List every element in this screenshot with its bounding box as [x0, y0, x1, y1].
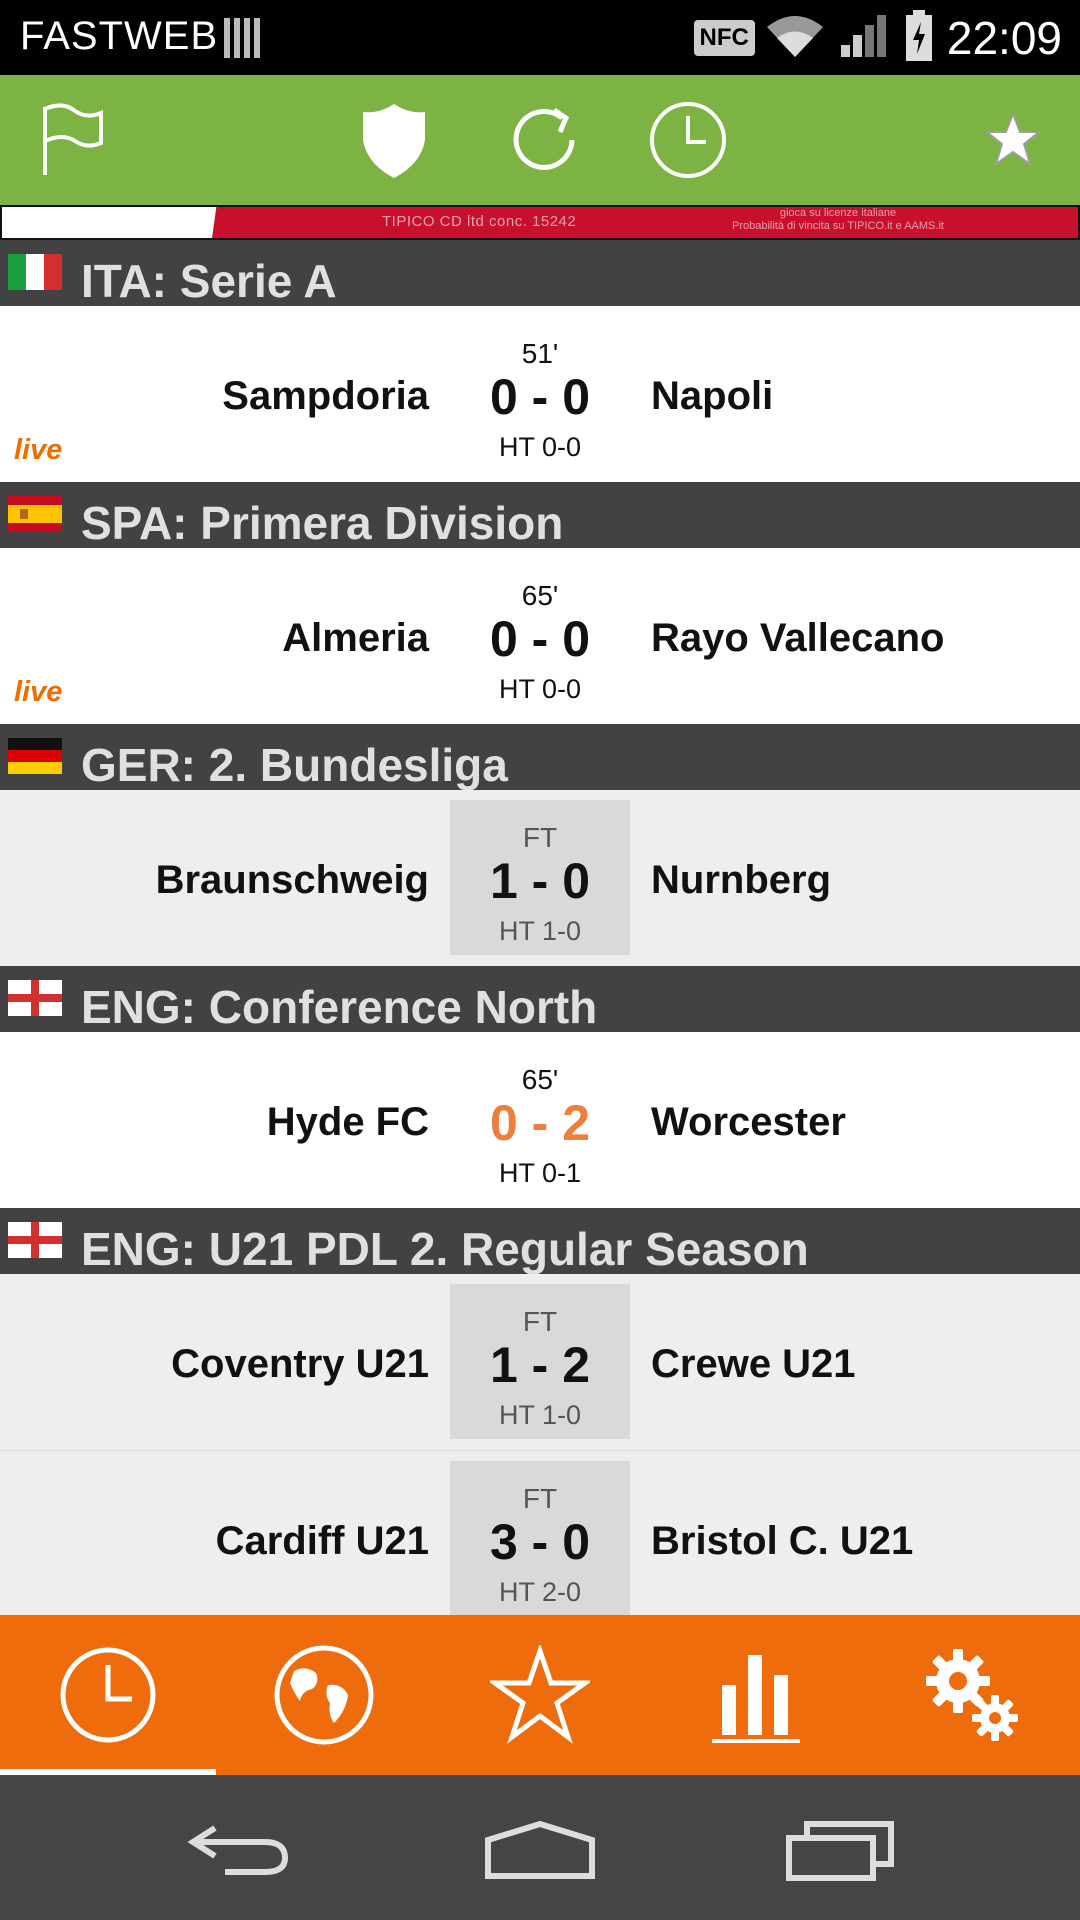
halftime-score: HT 1-0: [498, 1400, 582, 1430]
favorites-star-icon: [490, 1645, 590, 1744]
england-flag-icon: [8, 980, 62, 1016]
match-minute: 51': [521, 338, 559, 369]
match-score: 1 - 2: [489, 1337, 591, 1393]
globe-icon: [274, 1645, 374, 1745]
status-bar: FASTWEB NFC 22:09: [0, 0, 1080, 75]
away-team: Bristol C. U21: [651, 1519, 914, 1563]
match-score: 0 - 0: [489, 369, 591, 425]
halftime-score: HT 2-0: [498, 1577, 582, 1607]
home-icon[interactable]: [480, 1810, 600, 1890]
away-team: Nurnberg: [651, 858, 831, 902]
league-name: GER: 2. Bundesliga: [81, 739, 508, 790]
live-badge: live: [14, 434, 63, 466]
score-box: 51' 0 - 0 HT 0-0: [450, 316, 630, 471]
match-score: 3 - 0: [489, 1514, 591, 1570]
halftime-score: HT 1-0: [498, 916, 582, 946]
home-team: Cardiff U21: [215, 1519, 429, 1563]
tab-settings[interactable]: [864, 1615, 1080, 1775]
match-score: 0 - 2: [489, 1095, 591, 1151]
match-minute: 65': [521, 1064, 559, 1095]
home-team: Almeria: [282, 616, 429, 660]
flag-icon[interactable]: [25, 95, 115, 185]
top-toolbar: [0, 75, 1080, 205]
match-row[interactable]: Cardiff U21 FT 3 - 0 HT 2-0 Bristol C. U21: [0, 1450, 1080, 1626]
match-row[interactable]: Braunschweig FT 1 - 0 HT 1-0 Nurnberg: [0, 790, 1080, 966]
match-list: ITA: Serie A Sampdoria 51' 0 - 0 HT 0-0 Napol…: [0, 240, 1080, 1626]
score-box: FT 1 - 0 HT 1-0: [450, 800, 630, 955]
score-box: 65' 0 - 2 HT 0-1: [450, 1042, 630, 1197]
match-minute: FT: [522, 1483, 558, 1514]
home-team: Sampdoria: [222, 374, 429, 418]
carrier-name: FASTWEB: [20, 14, 219, 58]
tab-live[interactable]: [0, 1615, 216, 1775]
germany-flag-icon: [8, 738, 62, 774]
clock-time: 22:09: [946, 12, 1062, 64]
home-team: Coventry U21: [171, 1342, 429, 1386]
league-header[interactable]: ENG: U21 PDL 2. Regular Season: [0, 1208, 1080, 1274]
home-team: Hyde FC: [266, 1100, 429, 1144]
back-icon[interactable]: [180, 1810, 300, 1890]
ad-disclaimer: gioca su licenze italiane Probabilità di…: [732, 207, 944, 232]
wifi-icon: [763, 11, 827, 66]
ad-banner[interactable]: TIPICO CD ltd conc. 15242 gioca su licen…: [0, 205, 1080, 240]
tab-favorites[interactable]: [432, 1615, 648, 1775]
nfc-icon: NFC: [693, 20, 755, 56]
away-team: Rayo Vallecano: [651, 616, 945, 660]
score-box: 65' 0 - 0 HT 0-0: [450, 558, 630, 713]
match-minute: FT: [522, 1306, 558, 1337]
ad-text: TIPICO CD ltd conc. 15242: [382, 213, 577, 230]
match-row[interactable]: Almeria 65' 0 - 0 HT 0-0 Rayo Vallecano live: [0, 548, 1080, 724]
halftime-score: HT 0-0: [498, 432, 582, 462]
star-icon[interactable]: [968, 95, 1058, 185]
away-team: Napoli: [651, 374, 774, 418]
match-minute: 65': [521, 580, 559, 611]
league-header[interactable]: ITA: Serie A: [0, 240, 1080, 306]
score-box: FT 1 - 2 HT 1-0: [450, 1284, 630, 1439]
match-row[interactable]: Coventry U21 FT 1 - 2 HT 1-0 Crewe U21: [0, 1274, 1080, 1450]
recents-icon[interactable]: [780, 1810, 900, 1890]
italy-flag-icon: [8, 254, 62, 290]
live-badge: live: [14, 676, 63, 708]
league-header[interactable]: SPA: Primera Division: [0, 482, 1080, 548]
bottom-tab-bar: [0, 1615, 1080, 1775]
live-clock-icon: [60, 1647, 156, 1743]
league-name: ITA: Serie A: [81, 255, 337, 306]
clock-icon[interactable]: [643, 95, 733, 185]
match-row[interactable]: Hyde FC 65' 0 - 2 HT 0-1 Worcester: [0, 1032, 1080, 1208]
league-name: ENG: Conference North: [81, 981, 598, 1032]
battery-icon: [905, 9, 933, 67]
england-flag-icon: [8, 1222, 62, 1258]
settings-gears-icon: [926, 1649, 1018, 1741]
home-team: Braunschweig: [155, 858, 429, 902]
match-minute: FT: [522, 822, 558, 853]
away-team: Crewe U21: [651, 1342, 856, 1386]
system-nav-bar: [0, 1775, 1080, 1920]
tab-competitions[interactable]: [216, 1615, 432, 1775]
tab-standings[interactable]: [648, 1615, 864, 1775]
match-score: 0 - 0: [489, 611, 591, 667]
stats-bar-icon: [712, 1655, 800, 1743]
score-box: FT 3 - 0 HT 2-0: [450, 1461, 630, 1616]
cell-signal-icon: [840, 13, 889, 64]
sim-signal-icon: [222, 16, 262, 65]
league-header[interactable]: ENG: Conference North: [0, 966, 1080, 1032]
refresh-icon[interactable]: [499, 95, 589, 185]
match-score: 1 - 0: [489, 853, 591, 909]
league-name: SPA: Primera Division: [81, 497, 564, 548]
league-name: ENG: U21 PDL 2. Regular Season: [81, 1223, 809, 1274]
halftime-score: HT 0-0: [498, 674, 582, 704]
match-row[interactable]: Sampdoria 51' 0 - 0 HT 0-0 Napoli live: [0, 306, 1080, 482]
halftime-score: HT 0-1: [498, 1158, 582, 1188]
league-header[interactable]: GER: 2. Bundesliga: [0, 724, 1080, 790]
shield-icon[interactable]: [349, 95, 439, 185]
away-team: Worcester: [651, 1100, 846, 1144]
spain-flag-icon: [8, 496, 62, 532]
